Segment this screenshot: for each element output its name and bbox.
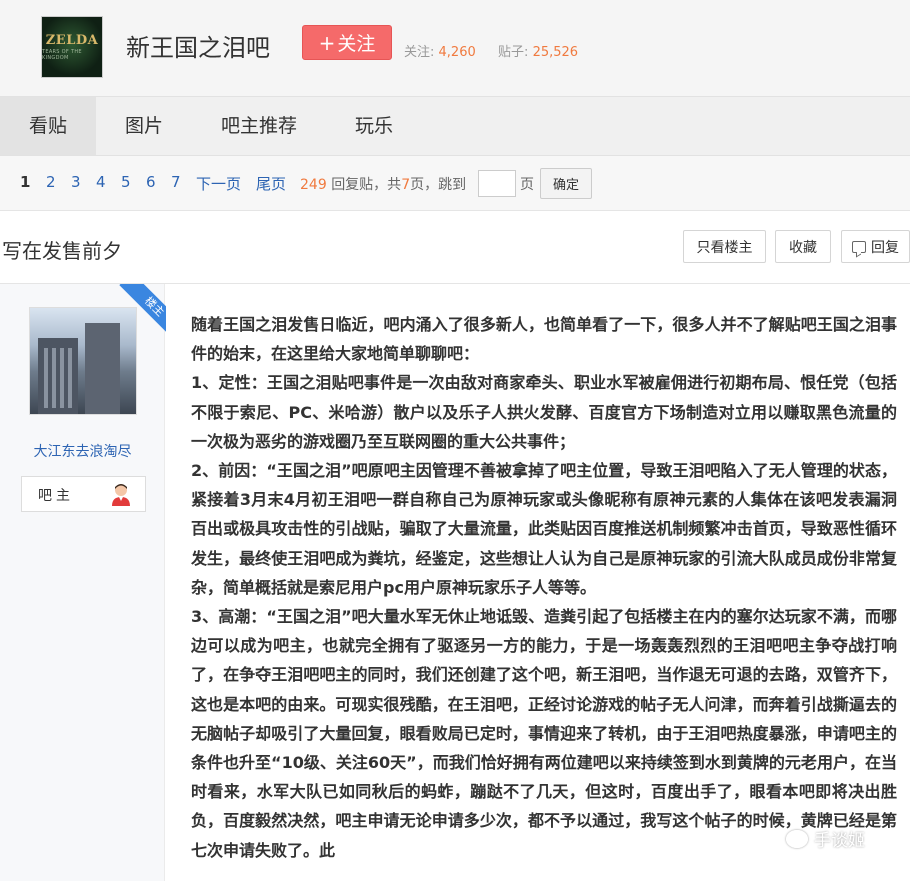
follow-label: 关注 <box>337 33 376 55</box>
only-owner-button[interactable]: 只看楼主 <box>683 230 766 263</box>
page-link[interactable]: 4 <box>96 173 106 191</box>
followers-count: 4,260 <box>438 45 476 60</box>
logo-subtext: TEARS OF THE KINGDOM <box>42 49 82 61</box>
role-badge: 吧主 <box>21 476 146 512</box>
pagination: 1 2 3 4 5 6 7 下一页 尾页 249 回复贴，共7页，跳到 页 确定 <box>0 156 910 211</box>
username[interactable]: 大江东去浪淘尽 <box>0 441 165 461</box>
page-link[interactable]: 3 <box>71 173 81 191</box>
page-link[interactable]: 6 <box>146 173 156 191</box>
watermark-text: 手谈姬 <box>814 831 865 851</box>
favorite-button[interactable]: 收藏 <box>775 230 831 263</box>
reply-count: 249 <box>300 177 327 193</box>
watermark: 手谈姬 <box>786 826 865 851</box>
next-page-link[interactable]: 下一页 <box>196 173 241 194</box>
owner-corner-badge: 楼主 <box>110 284 166 340</box>
corner-badge-label: 楼主 <box>119 284 166 340</box>
moderator-icon <box>112 484 130 506</box>
forum-title[interactable]: 新王国之泪吧 <box>126 28 270 63</box>
thread-bar: 写在发售前夕 只看楼主 收藏 回复 <box>0 211 910 284</box>
reply-info: 249 回复贴，共7页，跳到 <box>300 174 466 194</box>
follow-button[interactable]: + 关注 <box>302 25 392 60</box>
reply-label: 回复 <box>871 239 899 256</box>
reply-label: 回复贴，共 <box>331 177 402 193</box>
confirm-button[interactable]: 确定 <box>540 168 592 199</box>
post-paragraph: 1、定性：王国之泪贴吧事件是一次由敌对商家牵头、职业水军被雇佣进行初期布局、恨任… <box>191 373 897 451</box>
thread-title: 写在发售前夕 <box>2 239 122 263</box>
page-unit: 页 <box>520 177 534 193</box>
posts-count: 25,526 <box>532 45 579 60</box>
page-link[interactable]: 2 <box>46 173 56 191</box>
posts-label: 贴子: <box>498 45 529 60</box>
forum-stats: 关注: 4,260 贴子: 25,526 <box>404 41 578 60</box>
role-label: 吧主 <box>38 488 74 504</box>
post-paragraph: 随着王国之泪发售日临近，吧内涌入了很多新人，也简单看了一下，很多人并不了解贴吧王… <box>191 315 897 364</box>
comment-icon <box>852 240 866 253</box>
page-current: 1 <box>20 173 31 191</box>
jump-page-input[interactable] <box>478 170 516 197</box>
chat-icon <box>786 829 808 848</box>
logo-text: ZELDA <box>45 33 99 48</box>
tab-posts[interactable]: 看贴 <box>0 97 96 155</box>
tab-fun[interactable]: 玩乐 <box>326 97 422 155</box>
followers-label: 关注: <box>404 45 435 60</box>
page-total: 7 <box>401 177 411 193</box>
forum-logo[interactable]: ZELDA TEARS OF THE KINGDOM <box>41 16 103 78</box>
plus-icon: + <box>318 30 336 55</box>
reply-button[interactable]: 回复 <box>841 230 910 263</box>
last-page-link[interactable]: 尾页 <box>256 173 286 194</box>
post-author-panel: 大江东去浪淘尽 吧主 <box>0 284 165 881</box>
post-content: 随着王国之泪发售日临近，吧内涌入了很多新人，也简单看了一下，很多人并不了解贴吧王… <box>191 310 897 865</box>
post-paragraph: 2、前因：“王国之泪”吧原吧主因管理不善被拿掉了吧主位置，导致王泪吧陷入了无人管… <box>191 461 897 597</box>
page-link[interactable]: 5 <box>121 173 131 191</box>
page-link[interactable]: 7 <box>171 173 181 191</box>
forum-header: ZELDA TEARS OF THE KINGDOM 新王国之泪吧 + 关注 关… <box>0 0 910 96</box>
forum-nav: 看贴 图片 吧主推荐 玩乐 <box>0 96 910 156</box>
page-total-label: 页，跳到 <box>410 177 467 193</box>
tab-images[interactable]: 图片 <box>96 97 192 155</box>
tab-recommended[interactable]: 吧主推荐 <box>192 97 326 155</box>
